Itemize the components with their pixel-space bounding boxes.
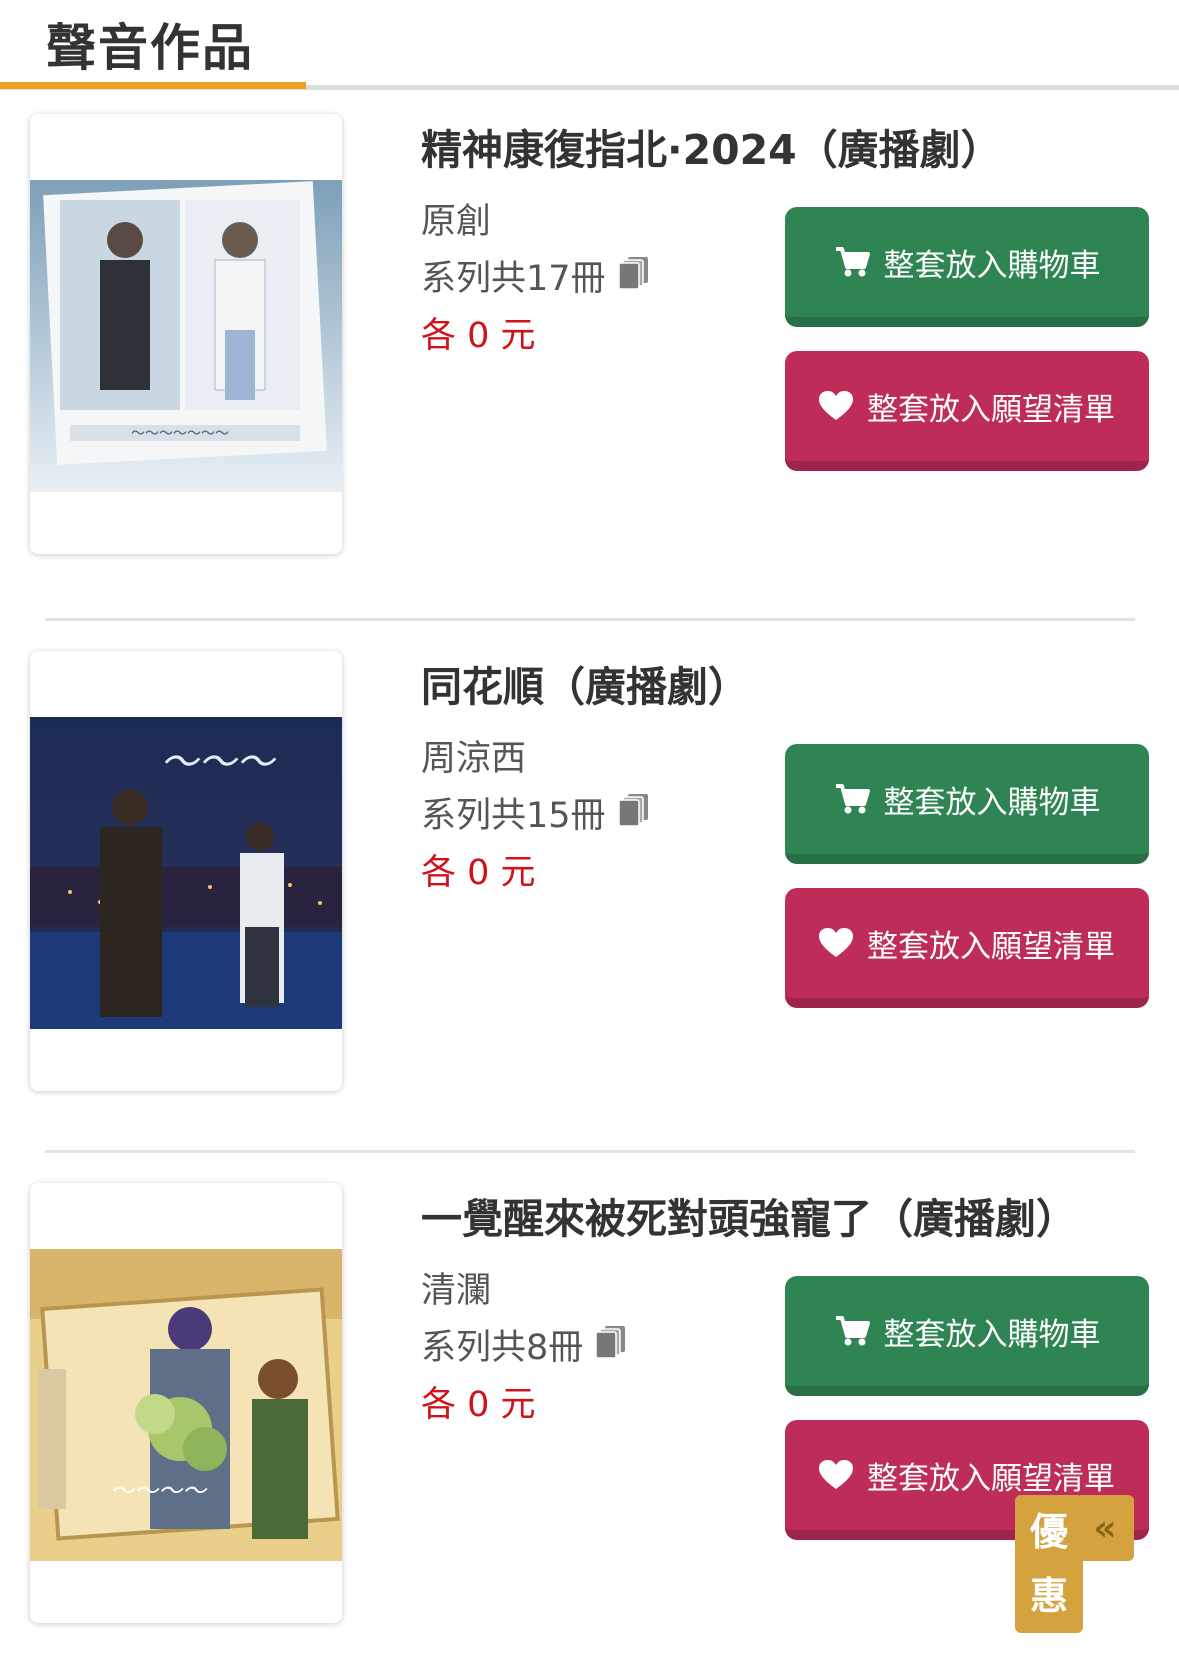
- product-title[interactable]: 同花順（廣播劇）: [421, 661, 749, 713]
- product-price: 各 0 元: [421, 853, 536, 893]
- section-title: 聲音作品: [46, 19, 254, 77]
- item-divider: [45, 1150, 1135, 1153]
- books-icon: [617, 793, 650, 838]
- chevron-double-left-icon: «: [1093, 1507, 1117, 1549]
- product-series: 系列共8冊: [421, 1325, 627, 1370]
- heart-icon: [819, 928, 853, 958]
- cart-button-label: 整套放入購物車: [883, 784, 1101, 821]
- cover-image: ～～～～: [30, 1249, 342, 1561]
- cart-button-label: 整套放入購物車: [883, 247, 1101, 284]
- cart-icon: [834, 1314, 870, 1348]
- promo-label-2: 惠: [1029, 1574, 1068, 1618]
- item-divider: [45, 618, 1135, 621]
- cover-image: ～～～～～～～: [30, 180, 342, 492]
- product-item: ～～～～～～～ 精神康復指北·2024（廣播劇） 原創 系列共17冊 各 0 元…: [0, 114, 1179, 574]
- product-cover[interactable]: ～～～～～～～: [30, 114, 342, 554]
- wish-button-label: 整套放入願望清單: [867, 391, 1115, 428]
- add-set-to-cart-button[interactable]: 整套放入購物車: [785, 744, 1149, 864]
- cart-icon: [834, 782, 870, 816]
- series-count: 系列共17冊: [421, 258, 606, 299]
- promo-label-1: 優: [1029, 1510, 1068, 1554]
- product-series: 系列共17冊: [421, 256, 650, 301]
- series-count: 系列共8冊: [421, 1327, 584, 1368]
- add-set-to-wishlist-button[interactable]: 整套放入願望清單: [785, 888, 1149, 1008]
- product-title[interactable]: 精神康復指北·2024（廣播劇）: [421, 124, 1002, 176]
- heart-icon: [819, 391, 853, 421]
- cart-button-label: 整套放入購物車: [883, 1316, 1101, 1353]
- series-count: 系列共15冊: [421, 795, 606, 836]
- section-header: 聲音作品: [0, 0, 1179, 92]
- product-cover[interactable]: ～～～～: [30, 1183, 342, 1623]
- header-accent-bar: [0, 82, 306, 89]
- books-icon: [595, 1325, 627, 1370]
- product-series: 系列共15冊: [421, 793, 650, 838]
- svg-text:～～～: ～～～: [160, 740, 277, 784]
- product-item: ～～～ 同花順（廣播劇） 周涼西 系列共15冊 各 0 元 整套放入購物車 整套…: [0, 651, 1179, 1111]
- add-set-to-cart-button[interactable]: 整套放入購物車: [785, 207, 1149, 327]
- product-price: 各 0 元: [421, 316, 536, 356]
- books-icon: [617, 256, 650, 301]
- heart-icon: [819, 1460, 853, 1490]
- cover-image: ～～～: [30, 717, 342, 1029]
- product-title[interactable]: 一覺醒來被死對頭強寵了（廣播劇）: [421, 1193, 1077, 1245]
- promo-tab[interactable]: 優 惠: [1015, 1495, 1083, 1633]
- product-author[interactable]: 周涼西: [421, 737, 526, 781]
- product-author[interactable]: 原創: [421, 200, 491, 244]
- product-author[interactable]: 清瀾: [421, 1269, 491, 1313]
- svg-text:～～～～～～～: ～～～～～～～: [131, 426, 229, 442]
- product-price: 各 0 元: [421, 1385, 536, 1425]
- promo-collapse-button[interactable]: «: [1076, 1495, 1134, 1561]
- product-cover[interactable]: ～～～: [30, 651, 342, 1091]
- cart-icon: [834, 245, 870, 279]
- wish-button-label: 整套放入願望清單: [867, 928, 1115, 965]
- add-set-to-wishlist-button[interactable]: 整套放入願望清單: [785, 351, 1149, 471]
- svg-text:～～～～: ～～～～: [110, 1477, 208, 1505]
- wish-button-label: 整套放入願望清單: [867, 1460, 1115, 1497]
- add-set-to-cart-button[interactable]: 整套放入購物車: [785, 1276, 1149, 1396]
- product-item: ～～～～ 一覺醒來被死對頭強寵了（廣播劇） 清瀾 系列共8冊 各 0 元 整套放…: [0, 1183, 1179, 1643]
